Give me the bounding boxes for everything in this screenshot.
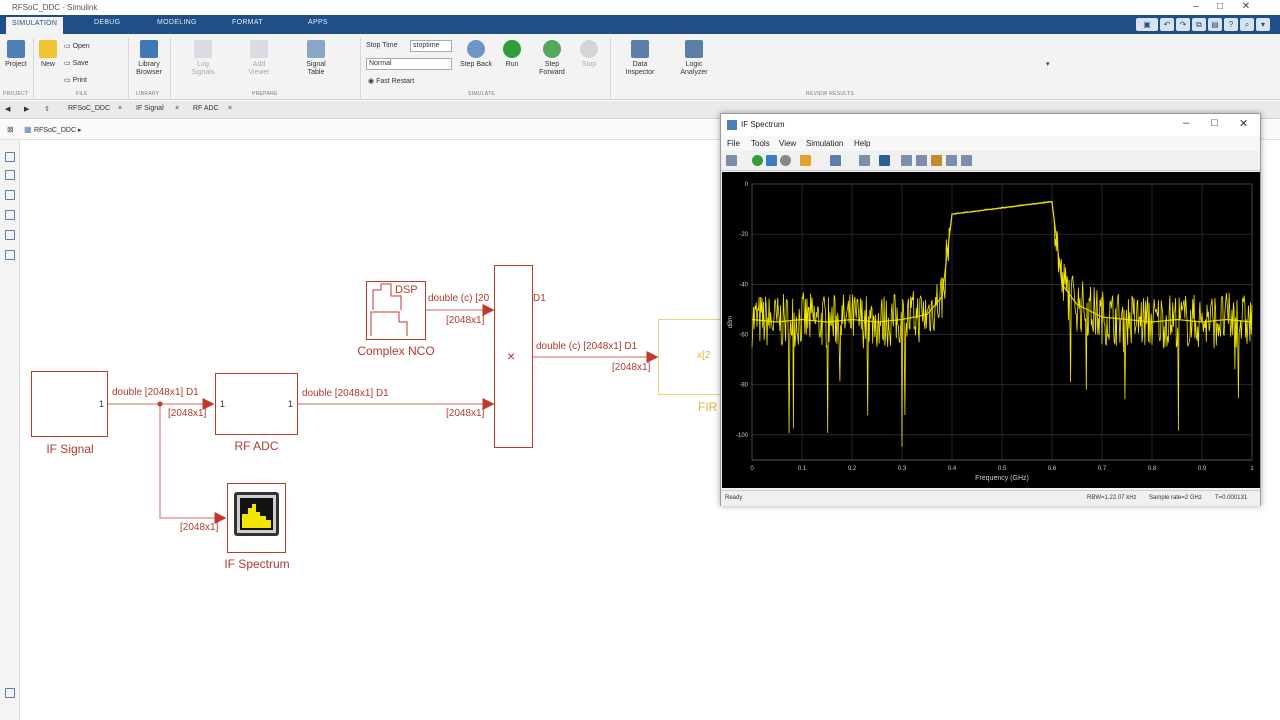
y-tick-label: -100 <box>736 433 749 439</box>
y-tick-label: -80 <box>739 383 748 389</box>
signal-label-adc-out: double [2048x1] D1 <box>302 388 389 399</box>
rf-adc-block[interactable]: 1 1 <box>215 373 298 435</box>
x-tick-label: 1 <box>1250 466 1254 472</box>
fir-icon-text: x[2 <box>697 350 711 361</box>
x-tick-label: 0.8 <box>1148 466 1157 472</box>
scope-close-icon[interactable]: ✕ <box>1239 117 1248 130</box>
x-tick-label: 0.9 <box>1198 466 1207 472</box>
complex-nco-block[interactable]: DSP <box>366 281 426 340</box>
signal-label-product-out: double (c) [2048x1] D1 <box>536 341 638 352</box>
distortion-icon[interactable] <box>961 155 972 166</box>
x-axis-label: Frequency (GHz) <box>975 475 1029 482</box>
y-tick-label: -40 <box>739 282 748 288</box>
cursor-icon[interactable] <box>916 155 927 166</box>
if-signal-label: IF Signal <box>46 442 94 456</box>
signal-label-if-out: double [2048x1] D1 <box>112 387 199 398</box>
menu-simulation[interactable]: Simulation <box>806 139 843 148</box>
status-ready: Ready <box>725 495 743 501</box>
if-spectrum-label: IF Spectrum <box>224 557 290 571</box>
input-port-label: 1 <box>220 399 226 409</box>
status-time: T=0.000131 <box>1215 495 1248 501</box>
scope-app-icon <box>727 120 737 130</box>
settings-icon[interactable] <box>726 155 737 166</box>
spectrum-mini-icon <box>242 504 271 528</box>
signal-label-nco-out-tail: D1 <box>533 293 546 304</box>
spectrum-plot-area[interactable]: 0 0.1 0.2 0.3 0.4 0.5 0.6 0.7 0.8 0.9 1 0 -20 -40 -60 -… <box>722 172 1260 488</box>
signal-label-nco-out: double (c) [20 <box>428 293 490 304</box>
peak-finder-icon[interactable] <box>931 155 942 166</box>
output-port-label: 1 <box>98 399 104 409</box>
run-icon[interactable] <box>752 155 763 166</box>
scope-status-bar: Ready RBW=1.22.07 kHz Sample rate=2 GHz … <box>721 490 1260 506</box>
y-axis-label: dBm <box>728 316 734 328</box>
measurements-icon[interactable] <box>901 155 912 166</box>
spectrum-chart: 0 0.1 0.2 0.3 0.4 0.5 0.6 0.7 0.8 0.9 1 0 -20 -40 -60 -… <box>728 182 1254 482</box>
x-tick-label: 0.4 <box>948 466 957 472</box>
scope-title: IF Spectrum <box>741 120 785 129</box>
signal-dim-nco-out: [2048x1] <box>446 315 485 326</box>
spectrum-analyzer-window[interactable]: IF Spectrum – □ ✕ File Tools View Simula… <box>720 113 1261 506</box>
multiply-icon: × <box>507 348 516 364</box>
scope-menu-bar: File Tools View Simulation Help <box>721 136 1260 151</box>
x-tick-label: 0.2 <box>848 466 857 472</box>
status-rbw: RBW=1.22.07 kHz <box>1087 495 1137 501</box>
y-tick-label: -60 <box>739 333 748 339</box>
signal-dim-spectrum-in: [2048x1] <box>180 522 219 533</box>
stop-icon[interactable] <box>780 155 791 166</box>
menu-help[interactable]: Help <box>854 139 870 148</box>
if-signal-block[interactable]: 1 <box>31 371 108 437</box>
highlight-icon[interactable] <box>800 155 811 166</box>
complex-nco-label: Complex NCO <box>357 344 435 358</box>
scope-title-bar: IF Spectrum – □ ✕ <box>721 114 1260 136</box>
x-tick-label: 0.3 <box>898 466 907 472</box>
rf-adc-label: RF ADC <box>234 439 279 453</box>
status-sample-rate: Sample rate=2 GHz <box>1149 495 1202 501</box>
fir-label: FIR <box>698 400 718 414</box>
spectrum-scope-icon <box>234 492 279 536</box>
y-tick-label: -20 <box>739 232 748 238</box>
step-icon[interactable] <box>766 155 777 166</box>
if-spectrum-block[interactable] <box>227 483 286 553</box>
output-port-label: 1 <box>287 399 293 409</box>
signal-dim-product-out: [2048x1] <box>612 362 651 373</box>
signal-dim-if-out: [2048x1] <box>168 408 207 419</box>
spectrum-settings-icon[interactable] <box>879 155 890 166</box>
y-tick-label: 0 <box>745 182 749 188</box>
signal-dim-adc-out: [2048x1] <box>446 408 485 419</box>
x-tick-label: 0.7 <box>1098 466 1107 472</box>
autoscale-icon[interactable] <box>859 155 870 166</box>
x-tick-label: 0 <box>750 466 754 472</box>
scope-toolbar <box>721 151 1260 171</box>
menu-view[interactable]: View <box>779 139 796 148</box>
branch-point <box>157 401 163 407</box>
x-tick-label: 0.6 <box>1048 466 1057 472</box>
nco-dsp-text: DSP <box>395 284 418 296</box>
scope-minimize-icon[interactable]: – <box>1183 117 1189 129</box>
x-tick-label: 0.1 <box>798 466 807 472</box>
menu-tools[interactable]: Tools <box>751 139 770 148</box>
channel-measure-icon[interactable] <box>946 155 957 166</box>
scope-maximize-icon[interactable]: □ <box>1211 117 1218 129</box>
zoom-icon[interactable] <box>830 155 841 166</box>
product-block[interactable]: × <box>494 265 533 448</box>
menu-file[interactable]: File <box>727 139 740 148</box>
fir-block[interactable]: x[2 <box>658 319 728 395</box>
x-tick-label: 0.5 <box>998 466 1007 472</box>
